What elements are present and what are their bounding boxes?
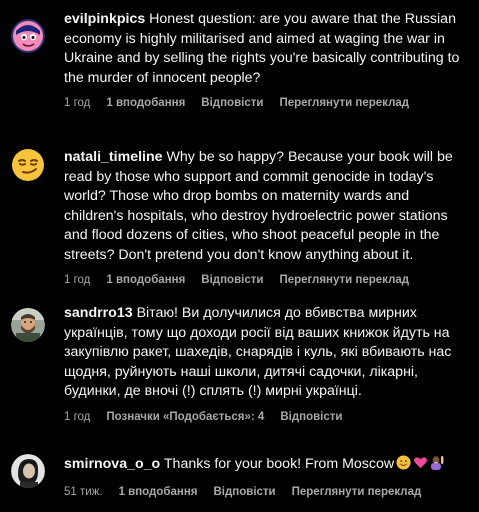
comment-body: sandrro13 Вітаю! Ви долучилися до вбивст… [64, 304, 470, 423]
smirk-emoji-avatar-icon[interactable] [11, 148, 45, 182]
comments-list: evilpinkpics Honest question: are you aw… [0, 0, 479, 512]
comment-username[interactable]: natali_timeline [64, 149, 163, 165]
comment-meta: 1 год Позначки «Подобається»: 4 Відповіс… [64, 411, 470, 423]
comment-time[interactable]: 51 тиж. [64, 486, 103, 498]
comment-time[interactable]: 1 год [64, 274, 90, 286]
comment-text: natali_timeline Why be so happy? Because… [64, 148, 470, 265]
bearded-man-avatar-icon[interactable] [11, 308, 45, 342]
comment-username[interactable]: sandrro13 [64, 305, 133, 321]
woman-raising-hand-emoji-icon [430, 454, 446, 477]
comment-body: evilpinkpics Honest question: are you aw… [64, 10, 470, 109]
see-translation-button[interactable]: Переглянути переклад [279, 97, 409, 109]
comment-body: smirnova_o_o Thanks for your book! From … [64, 454, 470, 498]
reply-button[interactable]: Відповісти [213, 486, 275, 498]
likes-count-link[interactable]: Позначки «Подобається»: 4 [106, 411, 264, 423]
smile-emoji-icon [396, 455, 411, 477]
likes-count-link[interactable]: 1 вподобання [106, 274, 185, 286]
comment-meta: 1 год 1 вподобання Відповісти Переглянут… [64, 97, 470, 109]
pink-heart-emoji-icon [413, 455, 428, 477]
comment-content: Why be so happy? Because your book will … [64, 149, 453, 263]
see-translation-button[interactable]: Переглянути переклад [279, 274, 409, 286]
reply-button[interactable]: Відповісти [280, 411, 342, 423]
comment-text: evilpinkpics Honest question: are you aw… [64, 10, 470, 88]
likes-count-link[interactable]: 1 вподобання [119, 486, 198, 498]
cartoon-face-avatar-icon[interactable] [11, 19, 45, 53]
see-translation-button[interactable]: Переглянути переклад [292, 486, 422, 498]
comment-time[interactable]: 1 год [64, 411, 90, 423]
comment-body: natali_timeline Why be so happy? Because… [64, 148, 470, 286]
reply-button[interactable]: Відповісти [201, 274, 263, 286]
woman-photo-avatar-icon[interactable] [11, 454, 45, 488]
comment-content: Thanks for your book! From Moscow [163, 456, 395, 472]
comment-meta: 51 тиж. 1 вподобання Відповісти Переглян… [64, 486, 470, 498]
comment-username[interactable]: evilpinkpics [64, 11, 145, 27]
reply-button[interactable]: Відповісти [201, 97, 263, 109]
comment-username[interactable]: smirnova_o_o [64, 456, 160, 472]
comment-time[interactable]: 1 год [64, 97, 90, 109]
comment-meta: 1 год 1 вподобання Відповісти Переглянут… [64, 274, 470, 286]
comment-text: smirnova_o_o Thanks for your book! From … [64, 454, 470, 477]
likes-count-link[interactable]: 1 вподобання [106, 97, 185, 109]
comment-text: sandrro13 Вітаю! Ви долучилися до вбивст… [64, 304, 470, 402]
